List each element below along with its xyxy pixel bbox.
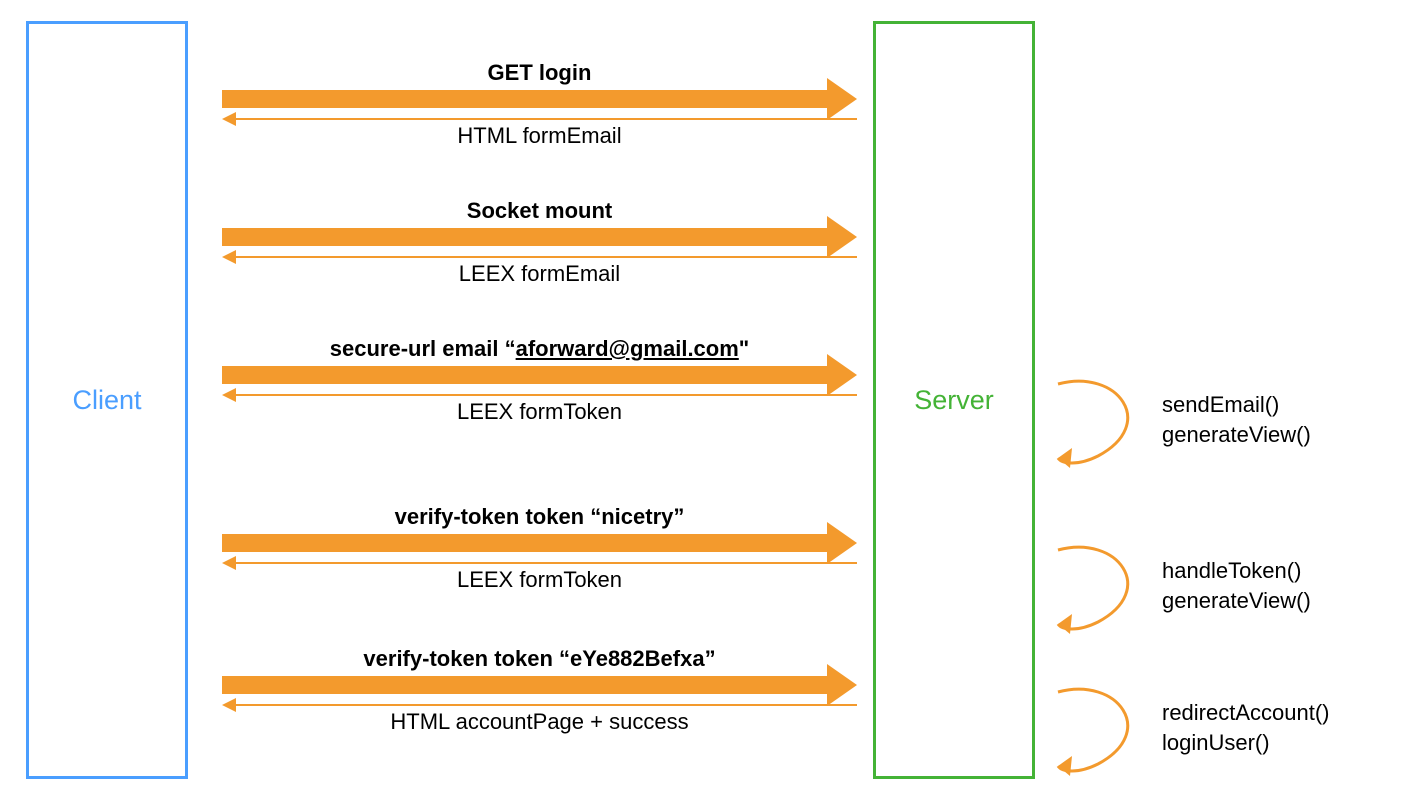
arrow-left-0 — [236, 118, 857, 120]
server-loop-labels-0: sendEmail() generateView() — [1162, 390, 1311, 449]
request-post-2: " — [739, 336, 749, 361]
server-op-0-line-0: sendEmail() — [1162, 390, 1311, 420]
arrow-left-1 — [236, 256, 857, 258]
client-label: Client — [72, 385, 141, 416]
arrow-left-3 — [236, 562, 857, 564]
response-label-4: HTML accountPage + success — [222, 709, 857, 735]
server-label: Server — [914, 385, 994, 416]
server-op-2-line-1: loginUser() — [1162, 728, 1330, 758]
arrow-right-4 — [222, 676, 829, 694]
response-label-2: LEEX formToken — [222, 399, 857, 425]
request-pre-2: secure-url email “ — [330, 336, 516, 361]
arrow-right-0 — [222, 90, 829, 108]
server-loop-labels-2: redirectAccount() loginUser() — [1162, 698, 1330, 757]
request-email-2: aforward@gmail.com — [516, 336, 739, 361]
exchange-0: GET login HTML formEmail — [222, 60, 857, 149]
server-loop-2 — [1048, 684, 1144, 780]
exchange-2: secure-url email “aforward@gmail.com" LE… — [222, 336, 857, 425]
server-loop-0 — [1048, 376, 1144, 472]
arrow-left-4 — [236, 704, 857, 706]
exchange-3: verify-token token “nicetry” LEEX formTo… — [222, 504, 857, 593]
arrow-right-3 — [222, 534, 829, 552]
request-label-1: Socket mount — [222, 198, 857, 224]
server-op-0-line-1: generateView() — [1162, 420, 1311, 450]
exchange-4: verify-token token “eYe882Befxa” HTML ac… — [222, 646, 857, 735]
response-label-3: LEEX formToken — [222, 567, 857, 593]
server-loop-1 — [1048, 542, 1144, 638]
response-label-0: HTML formEmail — [222, 123, 857, 149]
server-op-1-line-1: generateView() — [1162, 586, 1311, 616]
server-op-1-line-0: handleToken() — [1162, 556, 1311, 586]
response-label-1: LEEX formEmail — [222, 261, 857, 287]
arrow-right-1 — [222, 228, 829, 246]
request-label-3: verify-token token “nicetry” — [222, 504, 857, 530]
arrow-left-2 — [236, 394, 857, 396]
request-label-2: secure-url email “aforward@gmail.com" — [222, 336, 857, 362]
request-label-4: verify-token token “eYe882Befxa” — [222, 646, 857, 672]
server-op-2-line-0: redirectAccount() — [1162, 698, 1330, 728]
server-box: Server — [873, 21, 1035, 779]
request-label-0: GET login — [222, 60, 857, 86]
server-loop-labels-1: handleToken() generateView() — [1162, 556, 1311, 615]
arrow-right-2 — [222, 366, 829, 384]
client-box: Client — [26, 21, 188, 779]
exchange-1: Socket mount LEEX formEmail — [222, 198, 857, 287]
